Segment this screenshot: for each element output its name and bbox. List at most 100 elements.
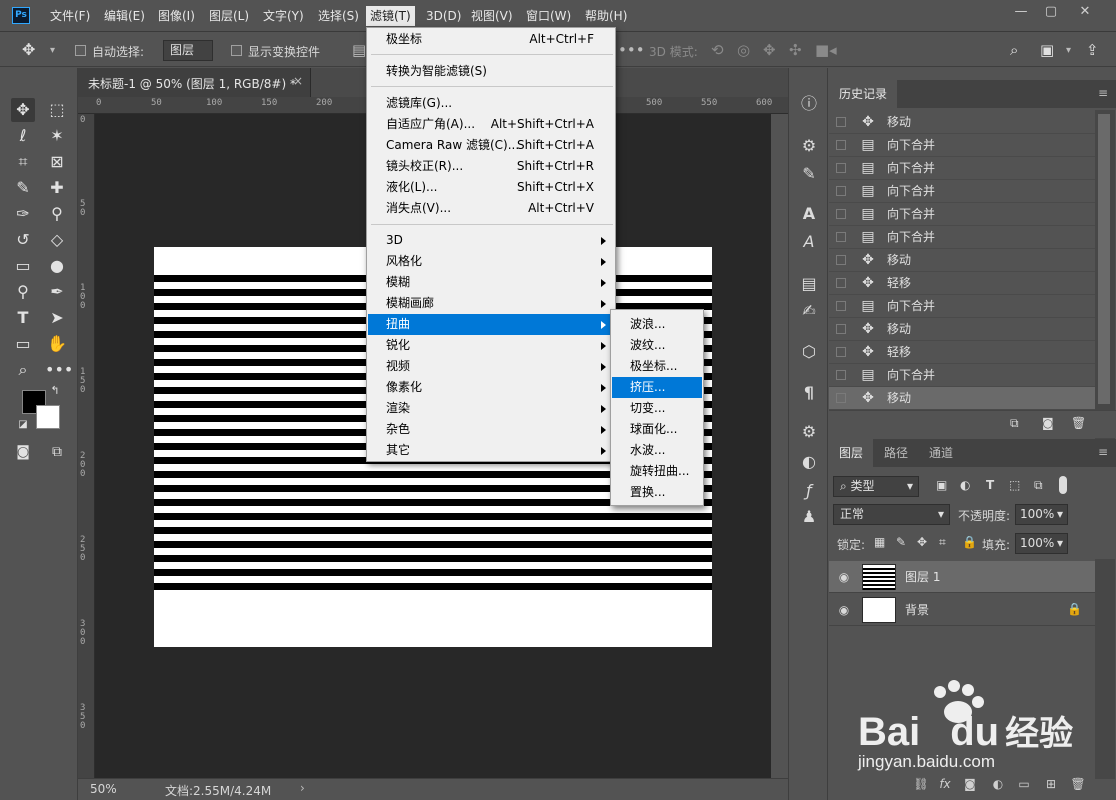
tab-paths[interactable]: 路径 [874,439,918,467]
history-brush-source-checkbox[interactable] [836,209,846,219]
history-brush-source-checkbox[interactable] [836,324,846,334]
history-state[interactable]: ✥ 移动 [829,387,1095,410]
menu-3d[interactable]: 3D(D) [422,6,465,26]
filter-menu-item[interactable]: 消失点(V)... Alt+Ctrl+V [368,198,614,219]
auto-select-checkbox[interactable] [75,45,86,56]
align-left-icon[interactable]: ▤ [352,41,366,59]
link-layers-icon[interactable]: ⛓ [913,776,929,792]
hand-tool-icon[interactable]: ✋ [45,332,69,356]
history-brush-source-checkbox[interactable] [836,347,846,357]
gradient-tool-icon[interactable]: ▭ [11,254,35,278]
filter-submenu-item[interactable]: 3D [368,230,614,251]
paragraph-icon[interactable]: ¶ [798,382,820,404]
filter-menu-item[interactable]: 自适应广角(A)... Alt+Shift+Ctrl+A [368,114,614,135]
history-state[interactable]: ✥ 轻移 [829,341,1095,364]
tab-layers[interactable]: 图层 [829,439,874,467]
history-brush-source-checkbox[interactable] [836,140,846,150]
more-tools-icon[interactable]: ••• [45,358,73,382]
menu-window[interactable]: 窗口(W) [522,6,575,26]
pen-tool-icon[interactable]: ✒ [45,280,69,304]
lock-transparency-icon[interactable]: ▦ [874,535,885,549]
filter-submenu-item[interactable]: 扭曲 [368,314,614,335]
distort-submenu-item[interactable]: 切变... [612,398,702,419]
history-brush-source-checkbox[interactable] [836,370,846,380]
menu-image[interactable]: 图像(I) [154,6,199,26]
move-tool-icon[interactable]: ✥ [11,98,35,122]
history-brush-source-checkbox[interactable] [836,117,846,127]
healing-brush-icon[interactable]: ✚ [45,176,69,200]
filter-menu-item[interactable]: 液化(L)... Shift+Ctrl+X [368,177,614,198]
layer-row[interactable]: ◉ 图层 1 [829,561,1095,593]
brush-tool-icon[interactable]: ✑ [11,202,35,226]
menu-file[interactable]: 文件(F) [46,6,94,26]
history-state[interactable]: ✥ 移动 [829,318,1095,341]
chevron-down-icon[interactable]: ▾ [50,42,55,60]
distort-submenu-item[interactable]: 置换... [612,482,702,503]
lock-all-icon[interactable]: 🔒 [962,535,977,549]
crop-tool-icon[interactable]: ⌗ [11,150,35,174]
menu-select[interactable]: 选择(S) [314,6,363,26]
history-state[interactable]: ▤ 向下合并 [829,180,1095,203]
history-state[interactable]: ▤ 向下合并 [829,203,1095,226]
workspace-chevron-icon[interactable]: ▾ [1066,42,1071,60]
styles-icon[interactable]: ⚙ [798,421,820,443]
workspace-icon[interactable]: ▣ [1040,41,1054,59]
history-state[interactable]: ▤ 向下合并 [829,364,1095,387]
swap-colors-icon[interactable]: ↰ [48,384,62,398]
blend-mode-dropdown[interactable]: 正常 ▾ [833,504,950,525]
tab-history[interactable]: 历史记录 [829,80,898,108]
history-brush-source-checkbox[interactable] [836,255,846,265]
minimize-button[interactable]: — [1006,3,1036,21]
filter-submenu-item[interactable]: 模糊画廊 [368,293,614,314]
vertical-scrollbar[interactable] [771,114,788,778]
filter-menu-item[interactable]: 转换为智能滤镜(S) [368,61,614,82]
history-state[interactable]: ✥ 移动 [829,111,1095,134]
filter-shape-icon[interactable]: ⬚ [1009,478,1020,492]
history-state[interactable]: ▤ 向下合并 [829,295,1095,318]
filter-submenu-item[interactable]: 锐化 [368,335,614,356]
distort-submenu-item[interactable]: 波浪... [612,314,702,335]
zoom-level[interactable]: 50% [90,782,117,796]
distort-submenu-item[interactable]: 波纹... [612,335,702,356]
path-select-icon[interactable]: ➤ [45,306,69,330]
new-document-from-state-icon[interactable]: ⧉ [1010,416,1019,431]
visibility-eye-icon[interactable]: ◉ [837,603,851,617]
document-tab[interactable]: 未标题-1 @ 50% (图层 1, RGB/8#) * × [78,68,311,97]
frame-tool-icon[interactable]: ⊠ [45,150,69,174]
history-scroll-thumb[interactable] [1098,114,1110,404]
distort-submenu-item[interactable]: 水波... [612,440,702,461]
menu-type[interactable]: 文字(Y) [259,6,308,26]
opacity-input[interactable]: 100% ▾ [1015,504,1068,525]
filter-submenu-item[interactable]: 像素化 [368,377,614,398]
search-icon[interactable]: ⌕ [1010,41,1018,59]
distort-submenu-item[interactable]: 挤压... [612,377,702,398]
lock-position-icon[interactable]: ✥ [917,535,927,549]
marquee-tool-icon[interactable]: ⬚ [45,98,69,122]
filter-pixel-icon[interactable]: ▣ [936,478,947,492]
history-state[interactable]: ✥ 轻移 [829,272,1095,295]
history-brush-source-checkbox[interactable] [836,163,846,173]
lock-artboard-icon[interactable]: ⌗ [939,535,946,550]
menu-filter[interactable]: 滤镜(T) [366,6,415,26]
filter-toggle-icon[interactable] [1059,476,1067,494]
zoom-tool-icon[interactable]: ⌕ [11,358,35,382]
distort-submenu-item[interactable]: 极坐标... [612,356,702,377]
history-brush-source-checkbox[interactable] [836,393,846,403]
layer-mask-icon[interactable]: ◙ [962,776,978,792]
menu-edit[interactable]: 编辑(E) [100,6,149,26]
adjustments-icon[interactable]: ⚙ [798,135,820,157]
adjustment-layer-icon[interactable]: ◐ [990,776,1006,792]
filter-menu-item[interactable]: 滤镜库(G)... [368,93,614,114]
history-state[interactable]: ✥ 移动 [829,249,1095,272]
history-brush-source-checkbox[interactable] [836,186,846,196]
history-state[interactable]: ▤ 向下合并 [829,157,1095,180]
tab-channels[interactable]: 通道 [919,439,963,467]
eraser-tool-icon[interactable]: ◇ [45,228,69,252]
panel-menu-icon[interactable]: ≡ [1098,445,1108,459]
history-scrollbar[interactable] [1095,110,1115,440]
status-arrow-icon[interactable]: › [300,781,305,795]
menu-help[interactable]: 帮助(H) [581,6,631,26]
background-color-swatch[interactable] [36,405,60,429]
filter-menu-item[interactable]: 极坐标 Alt+Ctrl+F [368,29,614,50]
rectangle-tool-icon[interactable]: ▭ [11,332,35,356]
